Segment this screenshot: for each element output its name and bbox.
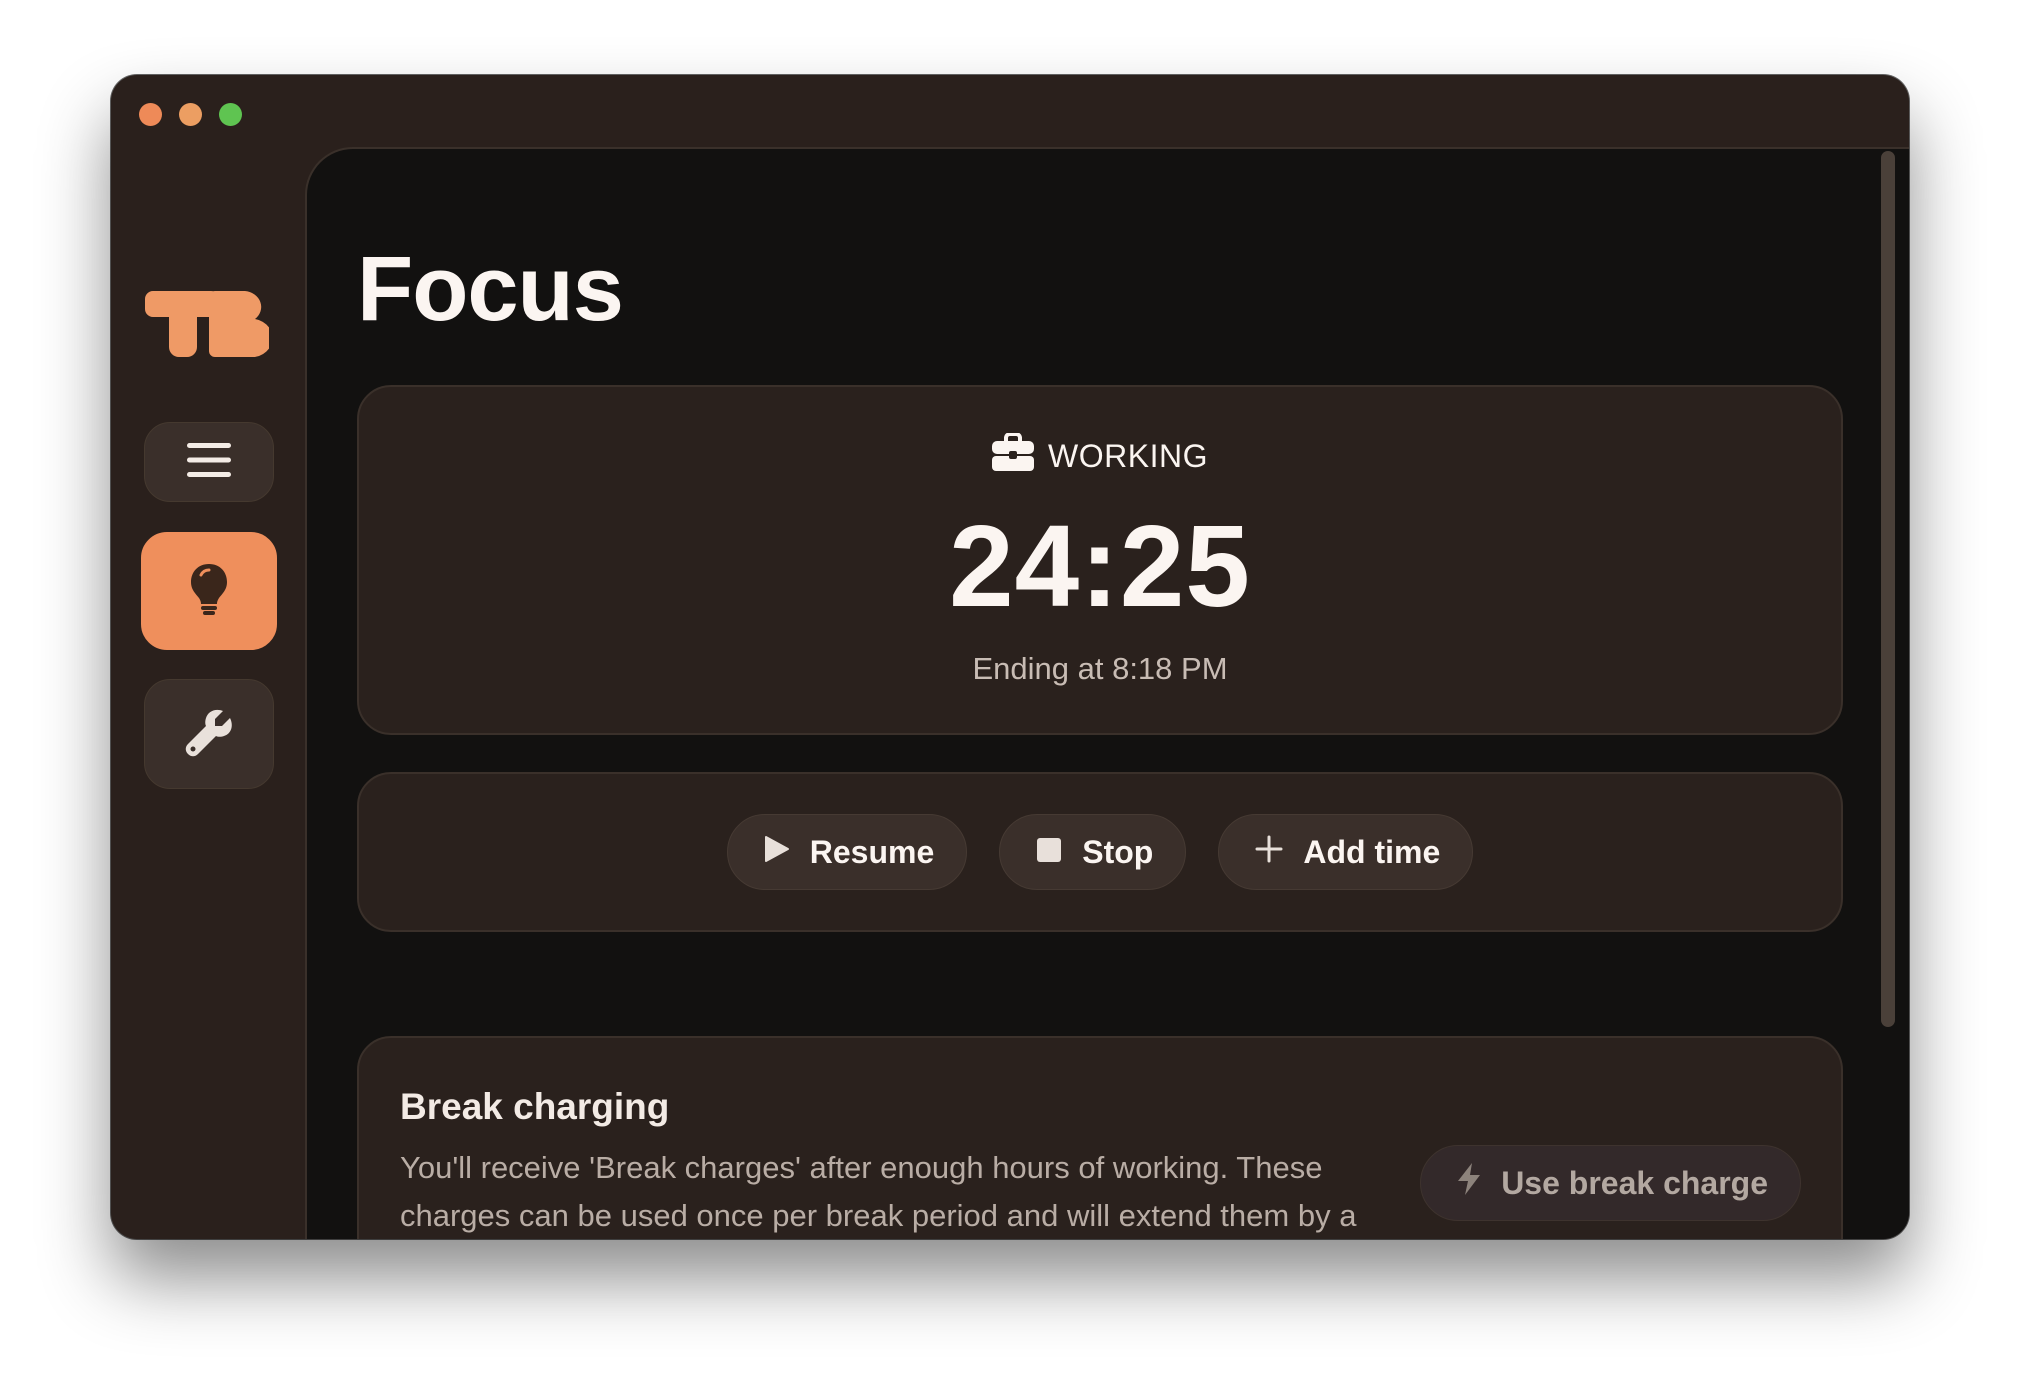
add-time-button[interactable]: Add time <box>1218 814 1474 890</box>
close-window-button[interactable] <box>139 103 162 126</box>
hamburger-menu-icon <box>187 442 231 483</box>
wrench-icon <box>183 706 235 763</box>
page-title: Focus <box>357 238 624 340</box>
timer-card: WORKING 24:25 Ending at 8:18 PM <box>357 385 1843 735</box>
stop-button[interactable]: Stop <box>999 814 1187 890</box>
lightbulb-icon <box>189 562 229 621</box>
main-content: Focus WORKING 24:25 Ending at 8:18 PM Re… <box>305 147 1909 1239</box>
minimize-window-button[interactable] <box>179 103 202 126</box>
controls-card: Resume Stop Add time <box>357 772 1843 932</box>
add-time-label: Add time <box>1303 833 1441 870</box>
break-charging-description: You'll receive 'Break charges' after eno… <box>400 1150 1357 1233</box>
app-window: Focus WORKING 24:25 Ending at 8:18 PM Re… <box>111 75 1909 1239</box>
sidebar-item-tools[interactable] <box>144 679 274 789</box>
use-break-charge-button[interactable]: Use break charge <box>1420 1145 1801 1221</box>
resume-button[interactable]: Resume <box>726 814 968 890</box>
break-charging-card: Break charging You'll receive 'Break cha… <box>357 1036 1843 1239</box>
app-logo <box>145 287 273 362</box>
resume-label: Resume <box>809 833 935 870</box>
timer-controls: Resume Stop Add time <box>359 814 1841 890</box>
timer-display: 24:25 <box>949 501 1251 631</box>
plus-icon <box>1255 834 1283 871</box>
play-icon <box>764 834 790 871</box>
break-charging-title: Break charging <box>400 1086 670 1127</box>
ending-time: Ending at 8:18 PM <box>972 651 1228 686</box>
stop-icon <box>1036 834 1062 871</box>
lightning-bolt-icon <box>1455 1162 1483 1204</box>
sidebar-item-menu[interactable] <box>144 422 274 502</box>
maximize-window-button[interactable] <box>219 103 242 126</box>
sidebar <box>111 147 305 1239</box>
sidebar-item-focus[interactable] <box>141 532 277 650</box>
briefcase-icon <box>992 432 1035 479</box>
status-label: WORKING <box>1048 437 1208 474</box>
stop-label: Stop <box>1082 833 1154 870</box>
scrollbar[interactable] <box>1881 151 1895 1027</box>
use-break-charge-label: Use break charge <box>1501 1164 1768 1201</box>
window-controls <box>139 103 242 126</box>
timer-status: WORKING <box>359 432 1841 479</box>
